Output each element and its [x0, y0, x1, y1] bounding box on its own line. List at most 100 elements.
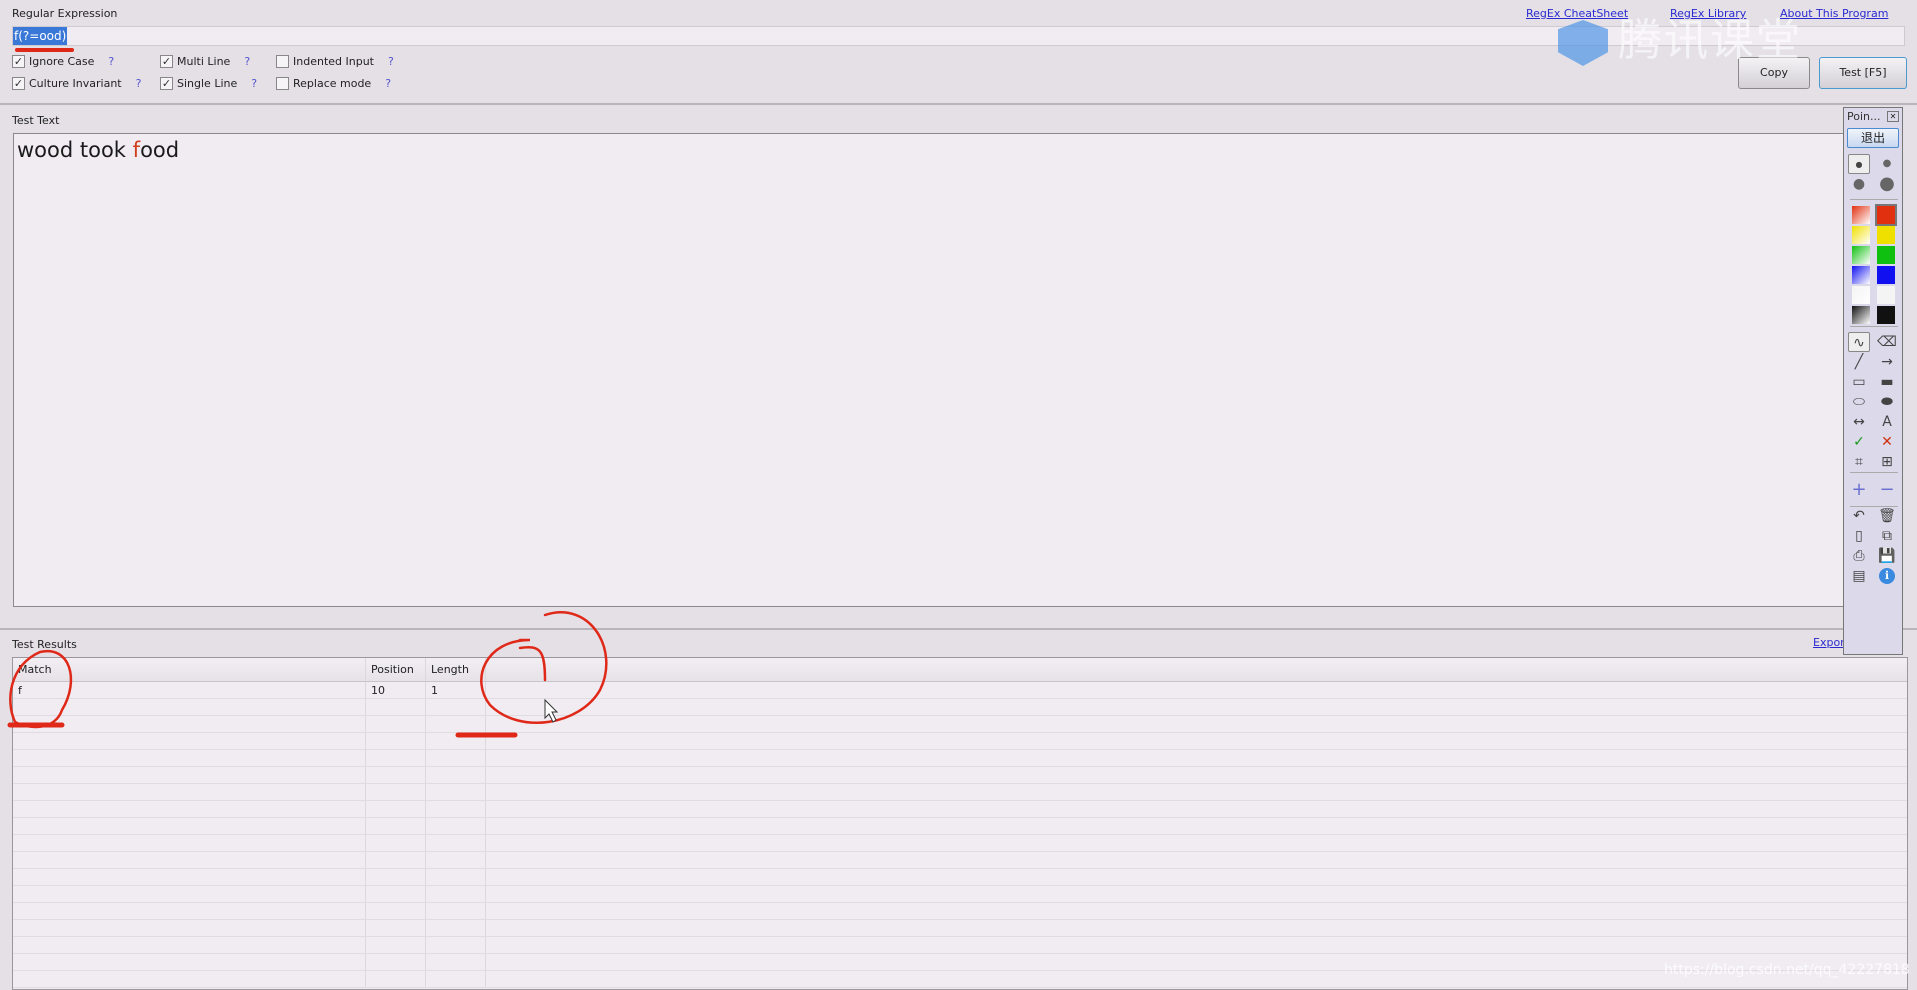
test-button[interactable]: Test [F5] — [1819, 57, 1907, 89]
checkbox-box[interactable]: ✓ — [12, 55, 25, 68]
color-light-swatch[interactable] — [1852, 266, 1870, 284]
close-icon[interactable]: ✕ — [1887, 111, 1899, 122]
empty-row — [13, 699, 1907, 716]
option-label: Replace mode — [293, 77, 372, 90]
empty-row — [13, 801, 1907, 818]
color-light-swatch[interactable] — [1852, 286, 1870, 304]
ignore-case-checkbox[interactable]: ✓ Ignore Case? — [12, 55, 114, 68]
undo-icon[interactable]: ↶ — [1848, 506, 1870, 526]
multi-line-checkbox[interactable]: ✓ Multi Line? — [160, 55, 250, 68]
check-icon[interactable]: ✓ — [1848, 432, 1870, 452]
results-grid[interactable]: Match Position Length f 10 1 — [12, 657, 1908, 990]
table-row[interactable]: f 10 1 — [13, 682, 1907, 699]
eraser-icon[interactable]: ⌫ — [1876, 332, 1898, 352]
cell-position: 10 — [366, 682, 426, 698]
exit-button[interactable]: 退出 — [1847, 128, 1899, 148]
test-text-label: Test Text — [12, 114, 60, 127]
color-swatch[interactable] — [1877, 246, 1895, 264]
info-icon[interactable]: ℹ — [1879, 568, 1895, 584]
cell-match: f — [13, 682, 366, 698]
filled-ellipse-icon[interactable]: ⬬ — [1876, 392, 1898, 412]
dot-xlarge-icon[interactable]: ● — [1876, 174, 1898, 194]
crop-icon[interactable]: ⌗ — [1848, 452, 1870, 472]
checkbox-box[interactable] — [276, 55, 289, 68]
pointer-toolbar: Poin... ✕ 退出 ● ● ● ● ∿ ⌫ ╱ → ▭ ▬ ⬭ ⬬ ↔ A ✓ ✕ ⌗ ⊞ + − ↶ 🗑 ▯ ⧉ ⎙ 💾 ▤… — [1843, 107, 1903, 655]
option-label: Ignore Case — [29, 55, 95, 68]
help-link[interactable]: ? — [108, 55, 114, 68]
color-swatch[interactable] — [1877, 286, 1895, 304]
double-arrow-icon[interactable]: ↔ — [1848, 412, 1870, 432]
help-link[interactable]: ? — [385, 77, 391, 90]
dot-large-icon[interactable]: ● — [1848, 174, 1870, 194]
trash-icon[interactable]: 🗑 — [1876, 506, 1898, 526]
text-after: ood — [140, 138, 180, 162]
logo-watermark: 腾讯课堂 — [1558, 4, 1802, 68]
zoom-icon[interactable]: ⊞ — [1876, 452, 1898, 472]
plus-icon[interactable]: + — [1848, 480, 1870, 500]
dot-small-icon[interactable]: ● — [1848, 154, 1870, 174]
help-link[interactable]: ? — [244, 55, 250, 68]
empty-row — [13, 733, 1907, 750]
text-before: wood took — [17, 138, 133, 162]
column-position[interactable]: Position — [366, 658, 426, 681]
indented-input-checkbox[interactable]: Indented Input? — [276, 55, 394, 68]
color-light-swatch[interactable] — [1852, 246, 1870, 264]
empty-row — [13, 937, 1907, 954]
text-icon[interactable]: A — [1876, 412, 1898, 432]
print-icon[interactable]: ⎙ — [1848, 546, 1870, 566]
option-label: Culture Invariant — [29, 77, 122, 90]
color-swatch[interactable] — [1877, 266, 1895, 284]
color-swatch[interactable] — [1877, 306, 1895, 324]
checkbox-box[interactable]: ✓ — [160, 55, 173, 68]
ellipse-icon[interactable]: ⬭ — [1848, 392, 1870, 412]
color-light-swatch[interactable] — [1852, 306, 1870, 324]
help-link[interactable]: ? — [251, 77, 257, 90]
arrow-icon[interactable]: → — [1876, 352, 1898, 372]
regex-value: f(?=ood) — [13, 27, 68, 45]
empty-row — [13, 716, 1907, 733]
option-label: Multi Line — [177, 55, 231, 68]
checkbox-box[interactable] — [276, 77, 289, 90]
screen-icon[interactable]: ▤ — [1848, 566, 1870, 586]
empty-row — [13, 818, 1907, 835]
dot-medium-icon[interactable]: ● — [1876, 154, 1898, 174]
save-icon[interactable]: 💾 — [1876, 546, 1898, 566]
pen-icon[interactable]: ∿ — [1848, 332, 1870, 352]
checkbox-box[interactable]: ✓ — [160, 77, 173, 90]
grid-header: Match Position Length — [13, 658, 1907, 682]
help-link[interactable]: ? — [388, 55, 394, 68]
new-page-icon[interactable]: ▯ — [1848, 526, 1870, 546]
empty-row — [13, 869, 1907, 886]
help-link[interactable]: ? — [136, 77, 142, 90]
color-swatch[interactable] — [1875, 204, 1897, 226]
column-length[interactable]: Length — [426, 658, 486, 681]
rectangle-icon[interactable]: ▭ — [1848, 372, 1870, 392]
culture-invariant-checkbox[interactable]: ✓ Culture Invariant? — [12, 77, 141, 90]
option-label: Indented Input — [293, 55, 374, 68]
color-light-swatch[interactable] — [1852, 226, 1870, 244]
color-light-swatch[interactable] — [1852, 206, 1870, 224]
minus-icon[interactable]: − — [1876, 480, 1898, 500]
empty-row — [13, 886, 1907, 903]
column-match[interactable]: Match — [13, 658, 366, 681]
test-text-area[interactable]: wood took food — [13, 133, 1845, 607]
empty-row — [13, 835, 1907, 852]
replace-mode-checkbox[interactable]: Replace mode? — [276, 77, 391, 90]
logo-text: 腾讯课堂 — [1618, 15, 1802, 66]
empty-row — [13, 954, 1907, 971]
cross-icon[interactable]: ✕ — [1876, 432, 1898, 452]
highlighted-match: f — [132, 138, 141, 162]
copy-icon[interactable]: ⧉ — [1876, 526, 1898, 546]
single-line-checkbox[interactable]: ✓ Single Line? — [160, 77, 257, 90]
filled-rectangle-icon[interactable]: ▬ — [1876, 372, 1898, 392]
checkbox-box[interactable]: ✓ — [12, 77, 25, 90]
test-results-label: Test Results — [12, 638, 77, 651]
option-label: Single Line — [177, 77, 238, 90]
toolbar-title: Poin... — [1847, 110, 1881, 123]
color-swatch[interactable] — [1877, 226, 1895, 244]
empty-row — [13, 971, 1907, 988]
empty-row — [13, 852, 1907, 869]
empty-row — [13, 767, 1907, 784]
empty-row — [13, 750, 1907, 767]
line-icon[interactable]: ╱ — [1848, 352, 1870, 372]
